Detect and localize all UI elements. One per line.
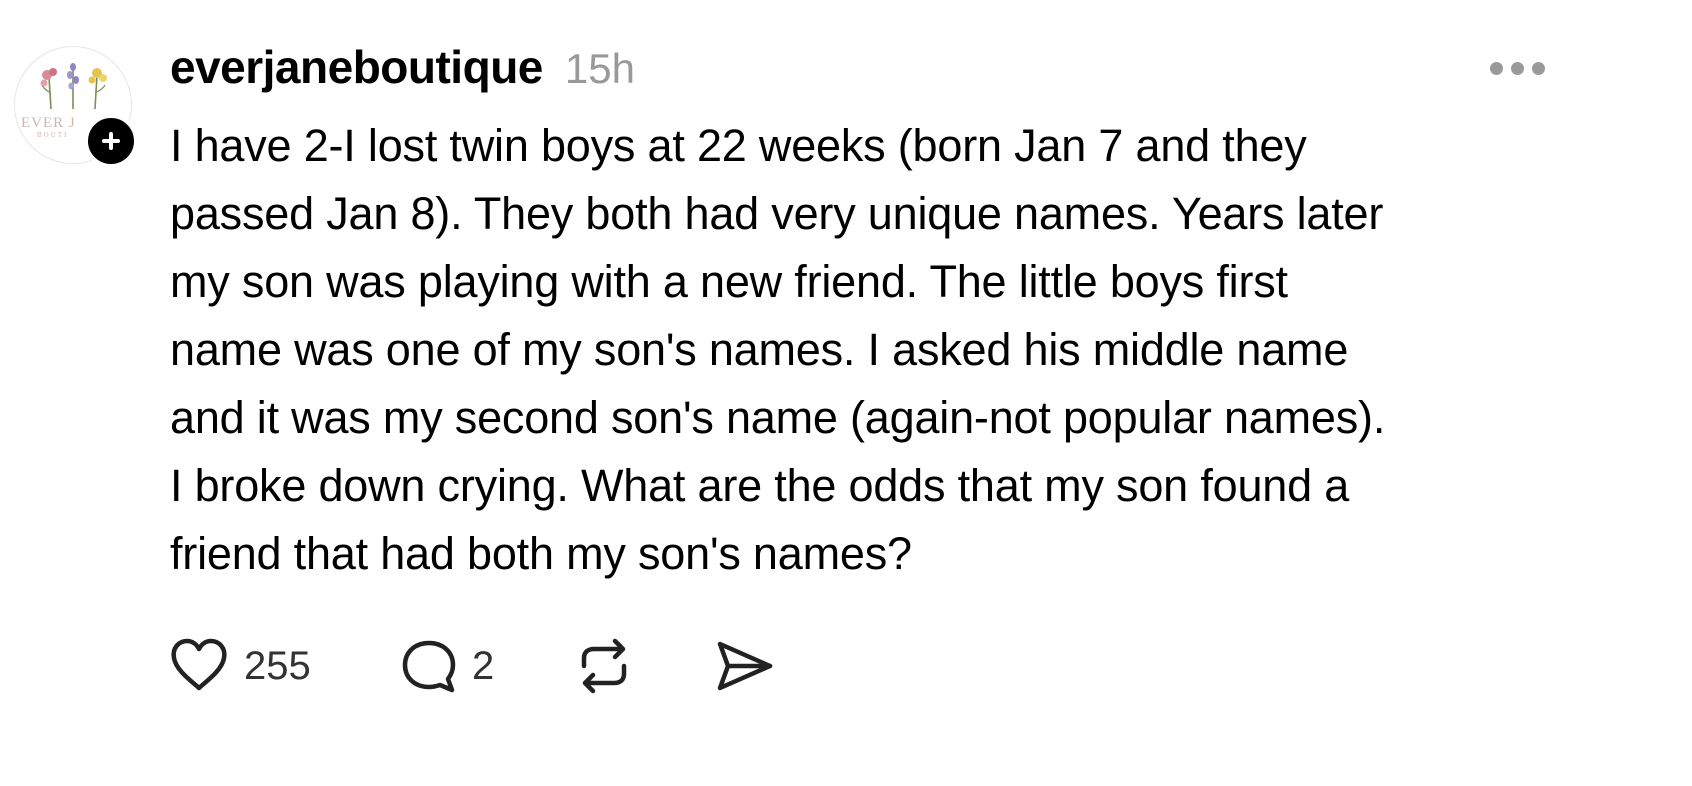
post-body-line: my son was playing with a new friend. Th… (170, 256, 1288, 307)
reply-count: 2 (472, 643, 495, 688)
post-body-line: I broke down crying. What are the odds t… (170, 460, 1350, 511)
post-body-line: passed Jan 8). They both had very unique… (170, 188, 1384, 239)
dot (1532, 62, 1545, 75)
more-dots-icon[interactable] (1486, 58, 1550, 80)
share-button[interactable] (714, 634, 774, 698)
post-body-line: and it was my second son's name (again-n… (170, 392, 1386, 443)
post-body: I have 2-I lost twin boys at 22 weeks (b… (170, 112, 1550, 588)
username[interactable]: everjaneboutique (170, 40, 543, 94)
heart-icon (171, 638, 227, 691)
post-body-line: name was one of my son's names. I asked … (170, 324, 1349, 375)
like-button[interactable]: 255 (168, 634, 311, 698)
dot (1490, 62, 1503, 75)
post-body-line: I have 2-I lost twin boys at 22 weeks (b… (170, 120, 1307, 171)
thread-post: EVER J BOUTI everjaneboutique 15h I have… (0, 0, 1692, 786)
avatar-text-line2: BOUTI (37, 131, 68, 139)
reply-button[interactable]: 2 (400, 634, 494, 698)
repost-icon (581, 638, 627, 694)
timestamp: 15h (564, 45, 635, 92)
post-body-line: friend that had both my son's names? (170, 528, 912, 579)
avatar-text-line1: EVER J (21, 115, 76, 131)
repost-button[interactable] (574, 634, 634, 698)
post-header: everjaneboutique 15h (170, 40, 635, 100)
follow-plus-icon[interactable] (84, 114, 138, 168)
dot (1511, 62, 1524, 75)
like-count: 255 (244, 643, 311, 688)
send-icon (717, 641, 773, 691)
comment-icon (402, 640, 456, 693)
